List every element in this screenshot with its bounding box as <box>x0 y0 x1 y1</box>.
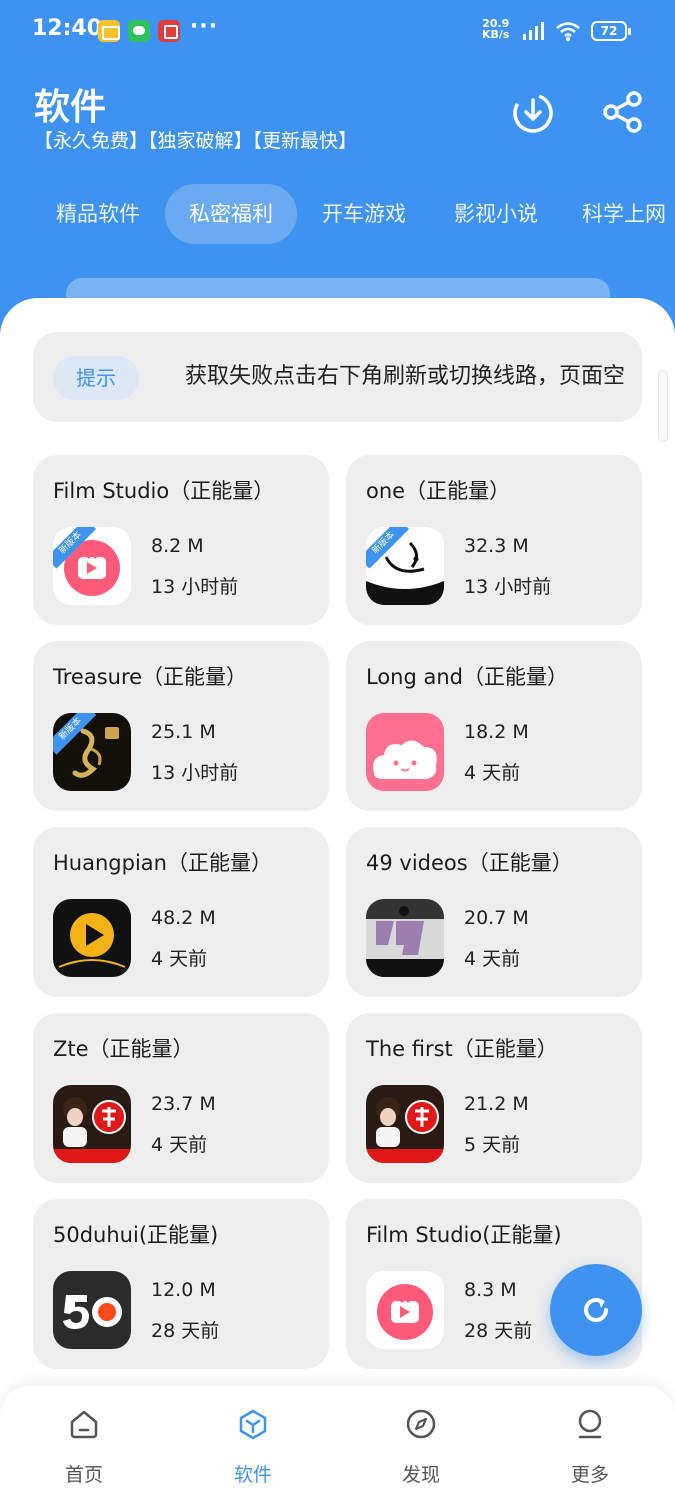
app-updated: 13 小时前 <box>151 762 239 784</box>
app-card[interactable]: The first（正能量） 21.2 M 5 天前 <box>346 1013 642 1183</box>
app-title: Treasure（正能量） <box>53 665 248 689</box>
app-updated: 5 天前 <box>464 1134 521 1156</box>
cloud-face-icon <box>366 713 444 791</box>
app-updated: 28 天前 <box>464 1320 533 1342</box>
te-badge-icon <box>53 1085 131 1163</box>
app-size: 32.3 M <box>464 535 529 557</box>
wifi-icon <box>556 22 580 41</box>
app-updated: 13 小时前 <box>464 576 552 598</box>
app-updated: 28 天前 <box>151 1320 220 1342</box>
moon-face-icon: 新版本 <box>366 527 444 605</box>
golden-dancer-icon: 新版本 <box>53 713 131 791</box>
app-size: 23.7 M <box>151 1093 216 1115</box>
app-updated: 13 小时前 <box>151 576 239 598</box>
nav-label: 更多 <box>570 1464 609 1486</box>
signal-icon <box>523 22 544 40</box>
tab-vpn[interactable]: 科学上网 <box>564 184 675 244</box>
app-card[interactable]: Huangpian（正能量） 48.2 M 4 天前 <box>33 827 329 997</box>
app-title: Film Studio(正能量) <box>366 1223 562 1247</box>
te-badge-icon <box>366 1085 444 1163</box>
user-icon <box>578 1409 602 1439</box>
app-size: 21.2 M <box>464 1093 529 1115</box>
app-updated: 4 天前 <box>151 948 208 970</box>
nav-label: 首页 <box>64 1464 103 1486</box>
app-size: 20.7 M <box>464 907 529 929</box>
app-title: 49 videos（正能量） <box>366 851 573 875</box>
tv-icon: 新版本 <box>53 527 131 605</box>
app-size: 25.1 M <box>151 721 216 743</box>
nav-label: 发现 <box>401 1464 440 1486</box>
bottom-navigation: 首页 软件 发现 更多 <box>0 1386 675 1500</box>
share-button[interactable] <box>600 90 646 136</box>
scrollbar-thumb[interactable] <box>658 370 668 442</box>
battery-indicator: 72 <box>591 21 631 41</box>
play-orb-icon <box>53 899 131 977</box>
app-card[interactable]: Film Studio（正能量） 新版本 8.2 M 13 小时前 <box>33 455 329 625</box>
tab-private-benefits[interactable]: 私密福利 <box>165 184 297 244</box>
nav-discover[interactable]: 发现 <box>361 1386 481 1500</box>
app-title: Zte（正能量） <box>53 1037 194 1061</box>
compass-icon <box>406 1409 436 1439</box>
app-card[interactable]: Zte（正能量） 23.7 M 4 天前 <box>33 1013 329 1183</box>
notice-tag: 提示 <box>53 356 139 400</box>
app-card[interactable]: one（正能量） 新版本 32.3 M 13 小时前 <box>346 455 642 625</box>
refresh-button[interactable] <box>550 1264 642 1356</box>
tab-games[interactable]: 开车游戏 <box>300 184 428 244</box>
status-bar: 12:40 ··· 20.9 KB/s 72 <box>0 0 675 62</box>
app-card[interactable]: Treasure（正能量） 新版本 25.1 M 13 小时前 <box>33 641 329 811</box>
page-subtitle: 【永久免费】【独家破解】【更新最快】 <box>34 130 358 152</box>
download-button[interactable] <box>510 90 556 136</box>
nav-home[interactable]: 首页 <box>24 1386 144 1500</box>
status-time: 12:40 <box>32 16 103 41</box>
tab-premium-software[interactable]: 精品软件 <box>34 184 162 244</box>
category-tabs: 精品软件 私密福利 开车游戏 影视小说 科学上网 <box>0 184 675 244</box>
nav-software[interactable]: 软件 <box>193 1386 313 1500</box>
number-50-icon <box>53 1271 131 1349</box>
notice-text: 获取失败点击右下角刷新或切换线路，页面空 <box>184 364 625 389</box>
page-title: 软件 <box>34 87 107 128</box>
app-updated: 4 天前 <box>464 762 521 784</box>
cube-icon <box>239 1409 267 1440</box>
network-speed: 20.9 KB/s <box>482 17 510 41</box>
app-updated: 4 天前 <box>151 1134 208 1156</box>
number-49-icon <box>366 899 444 977</box>
wechat-notification-icon <box>128 20 150 42</box>
home-icon <box>70 1410 98 1439</box>
alipay-notification-icon <box>158 20 180 42</box>
app-title: 50duhui(正能量) <box>53 1223 219 1247</box>
app-size: 8.2 M <box>151 535 204 557</box>
app-size: 12.0 M <box>151 1279 216 1301</box>
nav-more[interactable]: 更多 <box>530 1386 650 1500</box>
app-title: Long and（正能量） <box>366 665 569 689</box>
more-notifications-icon: ··· <box>190 14 219 39</box>
app-updated: 4 天前 <box>464 948 521 970</box>
app-card[interactable]: 50duhui(正能量) 12.0 M 28 天前 <box>33 1199 329 1369</box>
tv-icon <box>366 1271 444 1349</box>
app-card[interactable]: Long and（正能量） 18.2 M 4 天前 <box>346 641 642 811</box>
app-size: 18.2 M <box>464 721 529 743</box>
mail-notification-icon <box>98 20 120 42</box>
app-title: Huangpian（正能量） <box>53 851 272 875</box>
notice-bar: 提示 获取失败点击右下角刷新或切换线路，页面空 <box>33 332 642 422</box>
app-title: one（正能量） <box>366 479 511 503</box>
refresh-icon <box>584 1298 608 1322</box>
app-title: Film Studio（正能量） <box>53 479 275 503</box>
app-size: 48.2 M <box>151 907 216 929</box>
app-size: 8.3 M <box>464 1279 517 1301</box>
tab-video-novels[interactable]: 影视小说 <box>432 184 560 244</box>
app-title: The first（正能量） <box>366 1037 558 1061</box>
nav-label: 软件 <box>233 1464 272 1486</box>
app-card[interactable]: 49 videos（正能量） 20.7 M 4 天前 <box>346 827 642 997</box>
